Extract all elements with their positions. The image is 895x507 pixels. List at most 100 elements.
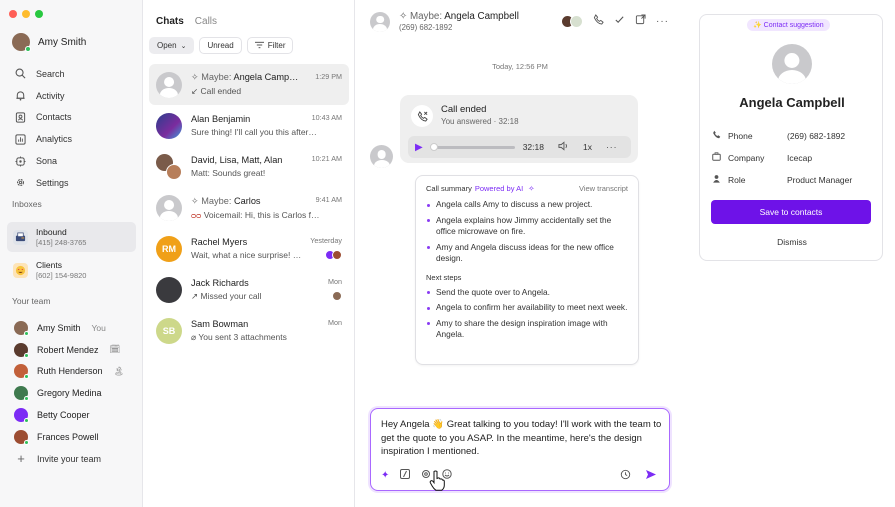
slider-handle[interactable] — [429, 143, 438, 151]
bell-icon — [14, 90, 26, 102]
nav-contacts[interactable]: Contacts — [14, 107, 134, 129]
chat-name: ✧ Maybe: Carlos — [191, 196, 303, 207]
conversation-actions: ··· — [561, 14, 669, 28]
invite-team-button[interactable]: + Invite your team — [14, 448, 134, 470]
volume-icon[interactable] — [558, 141, 569, 153]
more-options-icon[interactable]: ··· — [656, 16, 669, 27]
group-avatar — [156, 153, 182, 180]
unread-filter-button[interactable]: Unread — [199, 37, 242, 54]
chat-item-alan[interactable]: Alan Benjamin Sure thing! I'll call you … — [149, 105, 349, 146]
inbox-inbound[interactable]: Inbound [415] 248-3765 — [7, 222, 136, 252]
online-indicator — [24, 439, 29, 445]
nav-label: Analytics — [36, 134, 73, 145]
avatar — [156, 71, 182, 98]
tab-calls[interactable]: Calls — [195, 16, 217, 27]
preview-text: Missed your call — [200, 290, 262, 301]
slash-command-icon[interactable] — [400, 469, 411, 482]
view-transcript-link[interactable]: View transcript — [579, 184, 628, 193]
maybe-label: Maybe: — [409, 11, 443, 22]
team-member[interactable]: Ruth Henderson 🏝 — [14, 361, 134, 383]
avatar — [14, 408, 29, 424]
call-title: Call ended — [441, 104, 487, 115]
summary-item: Amy and Angela discuss ideas for the new… — [426, 242, 628, 265]
inbox-number: [602] 154-9820 — [36, 271, 87, 280]
field-value[interactable]: Product Manager — [787, 175, 852, 185]
team-member[interactable]: Frances Powell — [14, 426, 134, 448]
chat-item-rachel[interactable]: RM Rachel Myers Wait, what a nice surpri… — [149, 228, 349, 269]
hand-cursor-icon — [429, 470, 445, 491]
avatar — [772, 44, 812, 84]
avatar — [332, 250, 342, 260]
play-button[interactable]: ▶ — [415, 142, 423, 153]
filter-label: Filter — [267, 41, 286, 50]
team-list: Amy Smith You Robert Mendez 🗓 Ruth Henders… — [14, 317, 134, 470]
playback-speed-button[interactable]: 1x — [583, 142, 592, 152]
field-value[interactable]: Icecap — [787, 153, 812, 163]
summary-item: Angela calls Amy to discuss a new projec… — [426, 199, 628, 211]
team-member[interactable]: Betty Cooper — [14, 404, 134, 426]
nav-analytics[interactable]: Analytics — [14, 128, 134, 150]
gear-icon — [14, 177, 26, 189]
chat-item-jack[interactable]: Jack Richards ↗ Missed your call Mon — [149, 269, 349, 310]
zoom-window-button[interactable] — [35, 10, 43, 18]
avatar — [570, 14, 583, 28]
inbox-clients[interactable]: Clients [602] 154-9820 — [7, 255, 136, 285]
avatar — [14, 429, 29, 445]
avatar — [14, 364, 29, 380]
main-nav: Search Activity Contacts Analytics Sona … — [14, 63, 134, 194]
current-user[interactable]: Amy Smith — [12, 33, 86, 52]
audio-progress-slider[interactable] — [429, 143, 515, 151]
nav-activity[interactable]: Activity — [14, 85, 134, 107]
send-icon[interactable] — [645, 469, 657, 483]
inbox-name: Inbound — [36, 227, 67, 237]
tab-chats[interactable]: Chats — [156, 16, 184, 27]
chat-time: 10:21 AM — [311, 154, 342, 163]
member-name: Robert Mendez — [37, 344, 99, 355]
member-name: Ruth Henderson — [37, 366, 103, 377]
team-member[interactable]: Robert Mendez 🗓 — [14, 339, 134, 361]
message-input[interactable]: Hey Angela 👋 Great talking to you today!… — [381, 418, 663, 459]
chat-item-sam[interactable]: SB Sam Bowman ⌀ You sent 3 attachments M… — [149, 310, 349, 351]
participant-avatars — [325, 250, 342, 260]
invite-label: Invite your team — [37, 453, 102, 464]
sparkle-icon: ✧ — [191, 195, 202, 206]
close-window-button[interactable] — [9, 10, 17, 18]
schedule-clock-icon[interactable] — [620, 469, 631, 483]
chat-item-carlos[interactable]: ✧ Maybe: Carlos ᴑᴑ Voicemail: Hi, this i… — [149, 187, 349, 228]
chat-name: ✧ Maybe: Angela Campbell — [191, 72, 303, 83]
chat-preview: Matt: Sounds great! — [191, 168, 266, 178]
inbox-number: [415] 248-3765 — [36, 238, 87, 247]
avatar: RM — [156, 235, 182, 262]
filter-button[interactable]: Filter — [246, 37, 294, 54]
save-to-contacts-button[interactable]: Save to contacts — [711, 200, 871, 224]
ai-sparkle-icon[interactable]: ✦ — [381, 470, 389, 481]
chat-item-group[interactable]: David, Lisa, Matt, Alan Matt: Sounds gre… — [149, 146, 349, 187]
chat-time: 1:29 PM — [315, 72, 342, 81]
search-icon — [14, 68, 26, 80]
contact-field-phone: Phone (269) 682-1892 — [712, 130, 845, 141]
nav-search[interactable]: Search — [14, 63, 134, 85]
chat-item-angela[interactable]: ✧ Maybe: Angela Campbell ↙ Call ended 1:… — [149, 64, 349, 105]
chat-list: ✧ Maybe: Angela Campbell ↙ Call ended 1:… — [149, 64, 349, 351]
field-value[interactable]: (269) 682-1892 — [787, 131, 845, 141]
share-icon[interactable] — [635, 14, 646, 28]
member-name: Frances Powell — [37, 431, 99, 442]
team-member[interactable]: Amy Smith You — [14, 317, 134, 339]
preview-text: You sent 3 attachments — [198, 331, 287, 342]
check-icon[interactable] — [614, 14, 625, 28]
dismiss-button[interactable]: Dismiss — [700, 237, 884, 247]
contacts-icon — [14, 111, 26, 123]
message-composer[interactable]: Hey Angela 👋 Great talking to you today!… — [370, 408, 670, 491]
open-filter-dropdown[interactable]: Open ⌄ — [149, 37, 195, 54]
nav-sona[interactable]: Sona — [14, 150, 134, 172]
more-options-icon[interactable]: ··· — [606, 142, 618, 152]
minimize-window-button[interactable] — [22, 10, 30, 18]
calendar-status-icon: 🗓 — [109, 344, 121, 355]
conversation-panel: ✧ Maybe: Angela Campbell (269) 682-1892 … — [355, 0, 685, 507]
nav-settings[interactable]: Settings — [14, 172, 134, 194]
phone-icon[interactable] — [593, 14, 604, 28]
team-member[interactable]: Gregory Medina — [14, 382, 134, 404]
participants-avatars[interactable] — [561, 14, 583, 28]
avatar-initials: RM — [162, 243, 176, 254]
contact-phone: (269) 682-1892 — [399, 23, 453, 32]
